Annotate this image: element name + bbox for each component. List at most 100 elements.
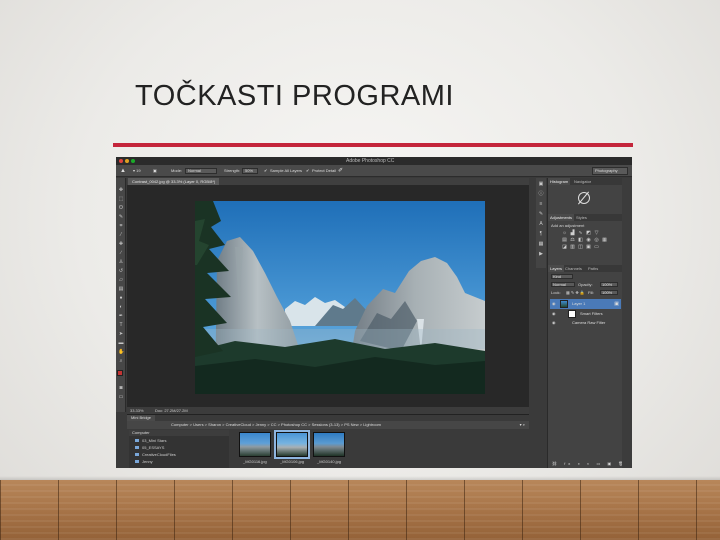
swatches-panel-icon[interactable]: ▦ bbox=[538, 242, 544, 247]
lasso-tool-icon[interactable]: ʘ bbox=[118, 206, 124, 211]
brush-panel-icon[interactable]: ✎ bbox=[538, 212, 544, 217]
layer-name[interactable]: Camera Raw Filter bbox=[572, 318, 605, 328]
visibility-eye-icon[interactable]: ◉ bbox=[552, 312, 556, 316]
brush-size[interactable]: ▾ 19 bbox=[133, 165, 141, 177]
pressure-icon[interactable]: ✐ bbox=[338, 165, 343, 177]
brush-mode-icon[interactable]: ▣ bbox=[153, 165, 157, 177]
slide-title: TOČKASTI PROGRAMI bbox=[135, 80, 454, 112]
thumbnail-image-selected[interactable] bbox=[274, 430, 310, 459]
tab-layers[interactable]: Layers bbox=[548, 265, 565, 272]
folder-item[interactable]: 05_ESSAYS bbox=[135, 445, 164, 450]
hue-saturation-icon[interactable]: ▤ bbox=[562, 238, 567, 243]
opacity-label: Opacity: bbox=[578, 282, 593, 287]
layers-footer-icons[interactable]: ⛓ fx ◑ ◐ ▭ ▣ 🗑 bbox=[552, 461, 626, 466]
thumbnail-label: _MG0140.jpg bbox=[317, 459, 342, 464]
levels-icon[interactable]: ▟ bbox=[570, 231, 575, 236]
zoom-window-button[interactable] bbox=[131, 159, 135, 163]
blur-tool-icon[interactable]: ● bbox=[118, 296, 124, 301]
clone-stamp-tool-icon[interactable]: ♙ bbox=[118, 260, 124, 265]
sample-all-layers-checkbox[interactable]: ✔ bbox=[264, 165, 267, 177]
foreground-color-swatch[interactable] bbox=[117, 370, 123, 376]
app-titlebar: Adobe Photoshop CC bbox=[116, 157, 632, 165]
strength-field[interactable]: 50% bbox=[242, 168, 258, 174]
tab-adjustments[interactable]: Adjustments bbox=[548, 214, 575, 221]
mode-select[interactable]: Normal bbox=[185, 168, 217, 174]
path-tools-icon[interactable]: ▾ ⌕ bbox=[520, 421, 525, 429]
brush-tool-icon[interactable]: ∕ bbox=[118, 251, 124, 256]
black-white-icon[interactable]: ◧ bbox=[578, 238, 583, 243]
document-tab[interactable]: Contrast_0042.jpg @ 33.3% (Layer 0, RGB/… bbox=[128, 178, 220, 185]
folder-item[interactable]: CreativeCloudFiles bbox=[135, 452, 176, 457]
tab-paths[interactable]: Paths bbox=[586, 265, 600, 272]
document-canvas[interactable] bbox=[127, 185, 529, 407]
healing-tool-icon[interactable]: ✚ bbox=[118, 242, 124, 247]
workspace-select[interactable]: Photography bbox=[592, 167, 628, 175]
move-tool-icon[interactable]: ✥ bbox=[118, 188, 124, 193]
thumbnail-image[interactable] bbox=[313, 432, 345, 457]
selective-color-icon[interactable]: ▣ bbox=[586, 245, 591, 250]
tab-styles[interactable]: Styles bbox=[574, 214, 589, 221]
history-panel-icon[interactable]: ▣ bbox=[538, 182, 544, 187]
close-window-button[interactable] bbox=[119, 159, 123, 163]
protect-detail-label: Protect Detail bbox=[312, 168, 337, 173]
layer-row-camera-raw-filter[interactable]: ◉ Camera Raw Filter bbox=[550, 318, 621, 328]
shape-tool-icon[interactable]: ▬ bbox=[118, 341, 124, 346]
marquee-tool-icon[interactable]: ⬚ bbox=[118, 197, 124, 202]
zoom-tool-icon[interactable]: ⌕ bbox=[118, 359, 124, 364]
photo-filter-icon[interactable]: ◉ bbox=[586, 238, 591, 243]
zoom-level[interactable]: 33.33% bbox=[130, 407, 144, 414]
posterize-icon[interactable]: ▥ bbox=[570, 245, 575, 250]
lock-icons[interactable]: ▦ ✎ ✥ 🔒 bbox=[566, 290, 585, 295]
gradient-tool-icon[interactable]: ▤ bbox=[118, 287, 124, 292]
folder-item[interactable]: Jenny bbox=[135, 459, 153, 464]
tab-navigator[interactable]: Navigator bbox=[572, 178, 593, 185]
invert-icon[interactable]: ◪ bbox=[562, 245, 567, 250]
channel-mixer-icon[interactable]: ◎ bbox=[594, 238, 599, 243]
opacity-field[interactable]: 100% bbox=[600, 282, 618, 287]
brightness-icon[interactable]: ☼ bbox=[562, 231, 567, 236]
path-breadcrumb[interactable]: Computer > Users > Sharon > CreativeClou… bbox=[171, 422, 381, 427]
blend-mode-select[interactable]: Normal bbox=[551, 282, 575, 287]
folder-item[interactable]: 03_Mini Stars bbox=[135, 438, 166, 443]
color-balance-icon[interactable]: ⚖ bbox=[570, 238, 575, 243]
layer-row-layer-1[interactable]: ◉ Layer 1 ▣ bbox=[550, 299, 621, 309]
visibility-eye-icon[interactable]: ◉ bbox=[552, 321, 556, 325]
crop-tool-icon[interactable]: ⌗ bbox=[118, 224, 124, 229]
exposure-icon[interactable]: ◩ bbox=[586, 231, 591, 236]
tab-channels[interactable]: Channels bbox=[563, 265, 584, 272]
photoshop-screenshot: Adobe Photoshop CC ▲ ▾ 19 ▣ Mode: Normal… bbox=[116, 157, 632, 468]
type-tool-icon[interactable]: T bbox=[118, 323, 124, 328]
protect-detail-checkbox[interactable]: ✔ bbox=[306, 165, 309, 177]
screen-mode-icon[interactable]: ▭ bbox=[118, 395, 124, 400]
actions-panel-icon[interactable]: ▶ bbox=[538, 252, 544, 257]
thumbnail-image[interactable] bbox=[239, 432, 271, 457]
gradient-map-icon[interactable]: ▭ bbox=[594, 245, 599, 250]
sidebar-header[interactable]: Computer bbox=[129, 430, 229, 436]
eyedropper-tool-icon[interactable]: ⁄ bbox=[118, 233, 124, 238]
properties-panel-icon[interactable]: ≡ bbox=[538, 202, 544, 207]
paragraph-panel-icon[interactable]: ¶ bbox=[538, 232, 544, 237]
vibrance-icon[interactable]: ▽ bbox=[594, 231, 599, 236]
layer-filter-kind[interactable]: Kind bbox=[551, 274, 573, 279]
tab-histogram[interactable]: Histogram bbox=[548, 178, 571, 185]
color-lookup-icon[interactable]: ▦ bbox=[602, 238, 607, 243]
curves-icon[interactable]: ∿ bbox=[578, 231, 583, 236]
quick-select-tool-icon[interactable]: ✎ bbox=[118, 215, 124, 220]
visibility-eye-icon[interactable]: ◉ bbox=[552, 302, 556, 306]
fill-field[interactable]: 100% bbox=[600, 290, 618, 295]
window-controls[interactable] bbox=[119, 159, 135, 163]
layer-name[interactable]: Layer 1 bbox=[572, 299, 585, 309]
dodge-tool-icon[interactable]: ◐ bbox=[118, 305, 124, 310]
path-select-tool-icon[interactable]: ➤ bbox=[118, 332, 124, 337]
eraser-tool-icon[interactable]: ▱ bbox=[118, 278, 124, 283]
tool-preset-icon[interactable]: ▲ bbox=[120, 165, 126, 177]
character-panel-icon[interactable]: A bbox=[538, 222, 544, 227]
history-brush-tool-icon[interactable]: ↺ bbox=[118, 269, 124, 274]
pen-tool-icon[interactable]: ✒ bbox=[118, 314, 124, 319]
hand-tool-icon[interactable]: ✋ bbox=[118, 350, 124, 355]
quick-mask-icon[interactable]: ◙ bbox=[118, 386, 124, 391]
threshold-icon[interactable]: ◫ bbox=[578, 245, 583, 250]
document-info[interactable]: Doc: 27.2M/27.2M bbox=[155, 407, 188, 414]
info-panel-icon[interactable]: ⓘ bbox=[538, 192, 544, 197]
minimize-window-button[interactable] bbox=[125, 159, 129, 163]
